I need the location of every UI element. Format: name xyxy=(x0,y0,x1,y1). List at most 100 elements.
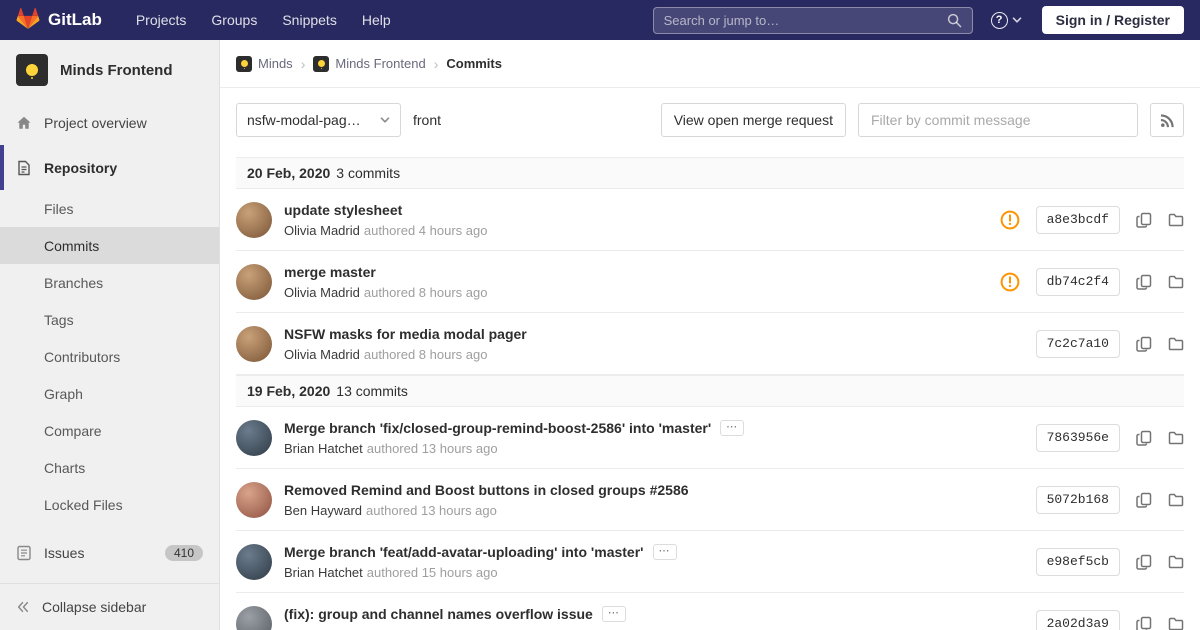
sidebar-item-project-overview[interactable]: Project overview xyxy=(0,100,219,145)
commit-sha-link[interactable]: a8e3bcdf xyxy=(1035,205,1120,234)
commit-actions: 7c2c7a10 xyxy=(1035,329,1184,358)
commit-sha-link[interactable]: e98ef5cb xyxy=(1035,547,1120,576)
sidebar-subitem-locked-files[interactable]: Locked Files xyxy=(0,486,219,523)
commit-filter-input[interactable] xyxy=(858,103,1138,137)
view-open-merge-request-button[interactable]: View open merge request xyxy=(660,103,846,137)
author-avatar[interactable] xyxy=(236,419,272,456)
commits-feed-button[interactable] xyxy=(1150,103,1184,137)
sidebar-subitem-tags[interactable]: Tags xyxy=(0,301,219,338)
commit-sha-link[interactable]: 7863956e xyxy=(1035,423,1120,452)
commit-title-link[interactable]: Merge branch 'feat/add-avatar-uploading'… xyxy=(284,544,644,560)
branch-selector-dropdown[interactable]: nsfw-modal-pag… xyxy=(236,103,401,137)
pipeline-failed-icon[interactable] xyxy=(1000,210,1020,230)
search-input[interactable] xyxy=(663,12,947,28)
copy-sha-button[interactable] xyxy=(1136,554,1152,570)
commit-title-link[interactable]: Removed Remind and Boost buttons in clos… xyxy=(284,482,689,498)
folder-icon xyxy=(1168,430,1184,446)
sidebar-subitem-commits[interactable]: Commits xyxy=(0,227,219,264)
author-avatar[interactable] xyxy=(236,605,272,630)
author-avatar[interactable] xyxy=(236,263,272,300)
issues-icon xyxy=(16,545,32,561)
commit-info: NSFW masks for media modal pager Olivia … xyxy=(284,326,527,362)
sign-in-button[interactable]: Sign in / Register xyxy=(1041,6,1184,34)
commit-actions: e98ef5cb xyxy=(1035,547,1184,576)
browse-files-button[interactable] xyxy=(1168,274,1184,290)
copy-sha-button[interactable] xyxy=(1136,212,1152,228)
author-avatar[interactable] xyxy=(236,325,272,362)
browse-files-button[interactable] xyxy=(1168,336,1184,352)
gitlab-home-link[interactable]: GitLab xyxy=(16,7,102,33)
sidebar-item-label: Repository xyxy=(44,159,118,176)
nav-item-groups[interactable]: Groups xyxy=(211,12,257,28)
nav-item-snippets[interactable]: Snippets xyxy=(282,12,336,28)
browse-files-button[interactable] xyxy=(1168,212,1184,228)
copy-sha-button[interactable] xyxy=(1136,492,1152,508)
author-avatar[interactable] xyxy=(236,481,272,518)
commit-author-link[interactable]: Brian Hatchet xyxy=(284,565,363,580)
folder-icon xyxy=(1168,212,1184,228)
browse-files-button[interactable] xyxy=(1168,554,1184,570)
breadcrumb-item-minds-frontend[interactable]: Minds Frontend xyxy=(313,55,426,72)
global-search[interactable] xyxy=(652,6,973,34)
commit-author-link[interactable]: Olivia Madrid xyxy=(284,347,360,362)
commit-title-link[interactable]: merge master xyxy=(284,264,376,280)
copy-sha-button[interactable] xyxy=(1136,430,1152,446)
toggle-commit-description-button[interactable]: ⋯ xyxy=(652,543,677,560)
project-header-link[interactable]: Minds Frontend xyxy=(0,40,219,100)
sidebar-item-repository[interactable]: Repository xyxy=(0,145,219,190)
commit-sha-link[interactable]: 7c2c7a10 xyxy=(1035,329,1120,358)
sidebar-subitem-files[interactable]: Files xyxy=(0,190,219,227)
sidebar-item-issues[interactable]: Issues 410 xyxy=(0,533,219,573)
browse-files-button[interactable] xyxy=(1168,492,1184,508)
commit-info: Merge branch 'feat/add-avatar-uploading'… xyxy=(284,543,677,580)
commit-group-count: 13 commits xyxy=(336,383,408,399)
breadcrumb-current-label: Commits xyxy=(446,56,502,71)
commit-author-link[interactable]: Brian Hatchet xyxy=(284,441,363,456)
copy-sha-button[interactable] xyxy=(1136,616,1152,630)
commit-author-link[interactable]: Olivia Madrid xyxy=(284,223,360,238)
author-avatar[interactable] xyxy=(236,543,272,580)
copy-icon xyxy=(1136,212,1152,228)
project-sidebar: Minds Frontend Project overview Reposito… xyxy=(0,40,220,630)
toggle-commit-description-button[interactable]: ⋯ xyxy=(601,605,626,622)
sidebar-subitem-branches[interactable]: Branches xyxy=(0,264,219,301)
collapse-sidebar-label: Collapse sidebar xyxy=(42,599,147,615)
commit-title-link[interactable]: (fix): group and channel names overflow … xyxy=(284,606,593,622)
repository-document-icon xyxy=(16,160,32,176)
commit-author-link[interactable]: Olivia Madrid xyxy=(284,285,360,300)
nav-item-help[interactable]: Help xyxy=(362,12,391,28)
sidebar-subitem-compare[interactable]: Compare xyxy=(0,412,219,449)
commit-date-header: 19 Feb, 2020 13 commits xyxy=(236,375,1184,407)
copy-sha-button[interactable] xyxy=(1136,274,1152,290)
folder-icon xyxy=(1168,336,1184,352)
collapse-sidebar-button[interactable]: Collapse sidebar xyxy=(0,583,219,630)
gitlab-tanuki-icon xyxy=(16,7,40,33)
commit-row: NSFW masks for media modal pager Olivia … xyxy=(236,313,1184,375)
commit-title-link[interactable]: Merge branch 'fix/closed-group-remind-bo… xyxy=(284,420,711,436)
nav-item-projects[interactable]: Projects xyxy=(136,12,187,28)
commit-sha-link[interactable]: 5072b168 xyxy=(1035,485,1120,514)
sidebar-subitem-charts[interactable]: Charts xyxy=(0,449,219,486)
commit-sha-link[interactable]: 2a02d3a9 xyxy=(1035,609,1120,630)
toggle-commit-description-button[interactable]: ⋯ xyxy=(720,419,745,436)
help-menu[interactable]: ? xyxy=(990,11,1022,29)
commit-author-link[interactable]: Ben Hayward xyxy=(284,503,362,518)
copy-sha-button[interactable] xyxy=(1136,336,1152,352)
chevron-right-icon: › xyxy=(300,55,306,72)
folder-icon xyxy=(1168,274,1184,290)
copy-icon xyxy=(1136,492,1152,508)
browse-files-button[interactable] xyxy=(1168,430,1184,446)
chevron-right-icon: › xyxy=(433,55,439,72)
breadcrumb-item-minds[interactable]: Minds xyxy=(236,55,293,72)
commit-title-link[interactable]: NSFW masks for media modal pager xyxy=(284,326,527,342)
commit-actions: 5072b168 xyxy=(1035,485,1184,514)
commit-sha-link[interactable]: db74c2f4 xyxy=(1035,267,1120,296)
sidebar-subitem-graph[interactable]: Graph xyxy=(0,375,219,412)
commit-actions: a8e3bcdf xyxy=(1000,205,1184,234)
sidebar-subitem-contributors[interactable]: Contributors xyxy=(0,338,219,375)
author-avatar[interactable] xyxy=(236,201,272,238)
commit-title-link[interactable]: update stylesheet xyxy=(284,202,402,218)
pipeline-failed-icon[interactable] xyxy=(1000,272,1020,292)
gitlab-window: GitLab Projects Groups Snippets Help ? Sign… xyxy=(0,0,1200,630)
browse-files-button[interactable] xyxy=(1168,616,1184,630)
